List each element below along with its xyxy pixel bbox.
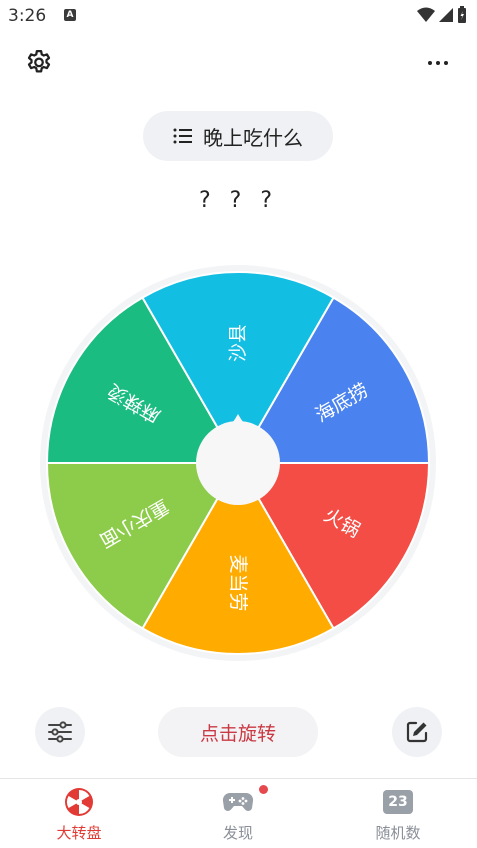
more-button[interactable] (423, 50, 453, 76)
spin-wheel[interactable]: 海底捞火锅麦当劳重庆小面麻辣烫沙县 (38, 263, 438, 663)
tabbar-divider (0, 778, 477, 779)
wifi-icon (417, 7, 435, 22)
tab-label: 随机数 (375, 824, 421, 842)
status-time: 3:26 (8, 6, 47, 26)
more-icon (428, 61, 432, 65)
gear-icon (27, 50, 51, 73)
battery-icon (458, 6, 466, 23)
notification-dot (259, 785, 268, 794)
result-text: ? ? ? (198, 188, 279, 213)
wheel-segment-label: 沙县 (227, 324, 249, 362)
signal-icon (439, 8, 453, 22)
tab-label: 发现 (222, 824, 253, 842)
wheel-hub[interactable] (196, 421, 280, 505)
tab-label: 大转盘 (56, 824, 102, 842)
edit-icon (406, 721, 428, 743)
list-icon (173, 128, 192, 144)
wheel-title-chip[interactable]: 晚上吃什么 (143, 111, 333, 161)
settings-button[interactable] (22, 46, 56, 80)
adjust-button[interactable] (35, 707, 85, 757)
status-icons (417, 6, 467, 24)
wheel-title: 晚上吃什么 (203, 125, 303, 150)
tab-random-number[interactable]: 23 随机数 (338, 786, 458, 843)
wheel-icon (65, 788, 93, 816)
tab-wheel[interactable]: 大转盘 (19, 786, 139, 843)
number-icon: 23 (383, 790, 413, 814)
sliders-icon (48, 721, 72, 743)
gamepad-icon (222, 792, 254, 812)
app-notification-icon: A (64, 9, 76, 21)
spin-button[interactable]: 点击旋转 (158, 707, 318, 757)
tab-discover[interactable]: 发现 (178, 785, 298, 843)
wheel-segment-label: 麦当劳 (227, 554, 249, 611)
edit-button[interactable] (392, 707, 442, 757)
